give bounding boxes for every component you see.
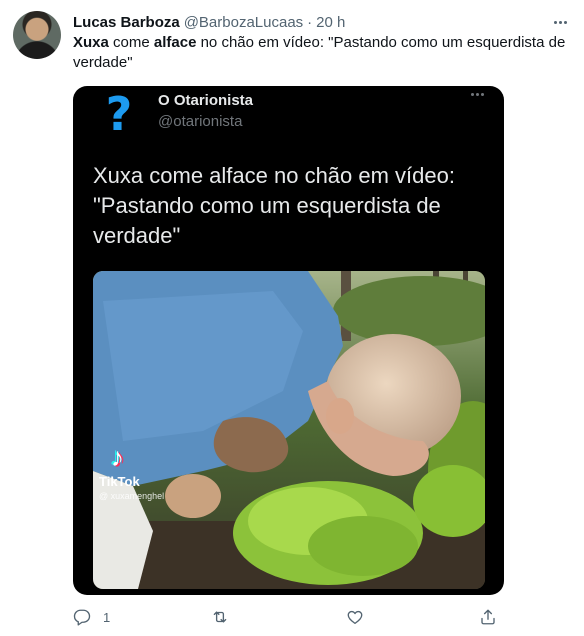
display-name[interactable]: Lucas Barboza	[73, 14, 180, 31]
tiktok-watermark: ♪ TikTok @ xuxamenghel	[99, 444, 164, 501]
media-screenshot[interactable]: ? O Otarionista @otarionista Xuxa come a…	[73, 86, 504, 595]
separator-dot: ·	[307, 13, 313, 31]
tweet-header: Lucas Barboza @BarbozaLucaas · 20 h	[73, 12, 345, 32]
like-button[interactable]	[346, 608, 364, 626]
reply-icon	[73, 609, 91, 626]
avatar[interactable]	[13, 11, 61, 59]
user-handle[interactable]: @BarbozaLucaas	[184, 14, 303, 31]
action-bar: 1	[73, 608, 513, 630]
tweet-text: Xuxa come alface no chão em vídeo: "Past…	[73, 33, 573, 73]
tiktok-logo-icon: ♪	[111, 442, 124, 472]
question-mark-avatar-icon: ?	[105, 87, 133, 141]
share-icon	[481, 609, 495, 625]
quoted-text: Xuxa come alface no chão em vídeo: "Past…	[93, 163, 455, 248]
retweet-icon	[213, 611, 227, 623]
quoted-display-name: O Otarionista	[158, 92, 254, 109]
more-options-icon[interactable]	[550, 12, 570, 32]
video-frame[interactable]: ♪ TikTok @ xuxamenghel	[93, 271, 485, 589]
timestamp[interactable]: 20 h	[316, 14, 345, 31]
tiktok-username: @ xuxamenghel	[99, 491, 165, 501]
tweet-text-bold-2: alface	[153, 34, 197, 51]
share-button[interactable]	[479, 608, 497, 626]
quoted-handle: @otarionista	[158, 113, 243, 130]
tweet[interactable]: Lucas Barboza @BarbozaLucaas · 20 h Xuxa…	[0, 0, 584, 636]
like-icon	[347, 610, 363, 625]
tweet-text-bold-1: Xuxa	[73, 34, 109, 51]
tiktok-brand: TikTok	[99, 474, 140, 489]
reply-count: 1	[103, 609, 111, 625]
retweet-button[interactable]	[211, 608, 229, 626]
tweet-text-part-2: come	[108, 34, 154, 51]
video-frame-illustration	[93, 271, 485, 589]
reply-button[interactable]: 1	[73, 608, 110, 626]
quoted-more-icon	[471, 93, 484, 96]
